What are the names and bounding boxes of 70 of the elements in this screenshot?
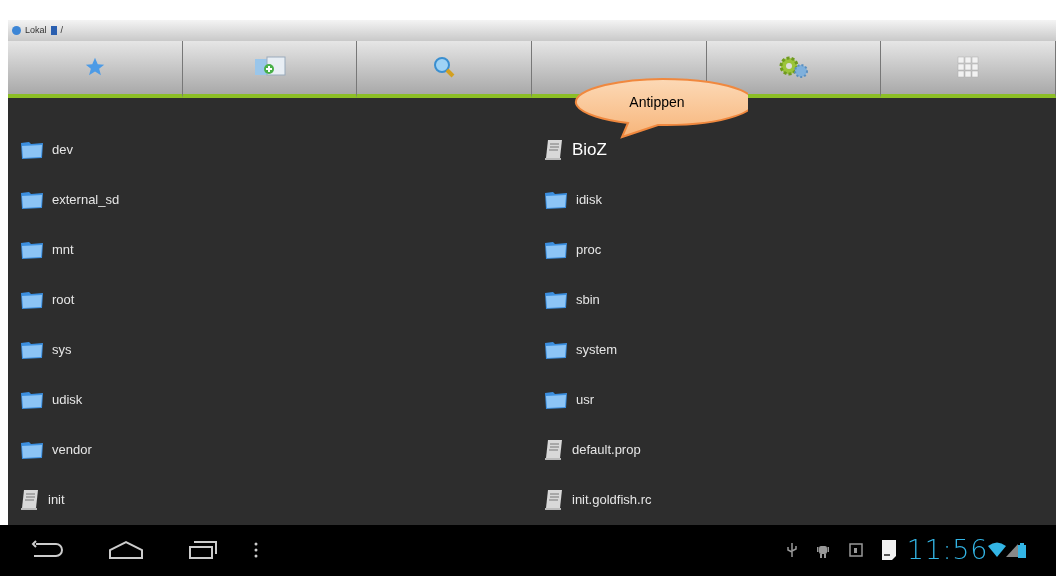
file-row[interactable]: BioZ xyxy=(532,124,1056,175)
file-row[interactable]: vendor xyxy=(8,424,532,475)
recent-apps-icon[interactable] xyxy=(188,540,218,561)
wifi-icon xyxy=(988,542,1006,559)
folder-icon xyxy=(20,339,44,360)
file-name: idisk xyxy=(576,191,602,210)
toolbar-button[interactable] xyxy=(8,41,183,98)
toolbar-button[interactable] xyxy=(357,41,532,98)
folder-icon xyxy=(544,239,568,260)
toolbar-button[interactable] xyxy=(881,41,1056,98)
file-row[interactable]: proc xyxy=(532,224,1056,275)
file-name: proc xyxy=(576,241,602,260)
folder-icon xyxy=(20,389,44,410)
file-name: external_sd xyxy=(52,191,120,210)
folder-icon xyxy=(20,289,44,310)
file-name: dev xyxy=(52,141,73,160)
file-name: mnt xyxy=(52,241,74,260)
file-row[interactable]: mnt xyxy=(8,224,532,275)
document-icon xyxy=(544,138,564,161)
sd-card-icon xyxy=(880,539,897,562)
folder-icon xyxy=(544,389,568,410)
grid-icon xyxy=(956,55,981,80)
file-row[interactable]: root xyxy=(8,274,532,325)
folder-icon xyxy=(20,439,44,460)
file-row[interactable]: idisk xyxy=(532,174,1056,225)
folder-icon xyxy=(20,239,44,260)
file-name: vendor xyxy=(52,441,92,460)
clock-time: 11:56 xyxy=(906,533,988,568)
file-name: init xyxy=(48,491,65,510)
file-row[interactable]: sbin xyxy=(532,274,1056,325)
path-label: / xyxy=(60,23,64,37)
file-name: sbin xyxy=(576,291,600,310)
toolbar-button[interactable] xyxy=(706,41,882,98)
battery-icon xyxy=(1018,542,1026,559)
file-row[interactable]: usr xyxy=(532,374,1056,425)
toolbar-button[interactable] xyxy=(182,41,358,98)
file-row[interactable]: default.prop xyxy=(532,424,1056,475)
file-name: root xyxy=(52,291,75,310)
file-name: BioZ xyxy=(572,139,607,162)
file-name: init.goldfish.rc xyxy=(572,491,652,510)
menu-icon[interactable] xyxy=(254,542,258,559)
folder-icon xyxy=(20,139,44,160)
document-icon xyxy=(544,488,564,511)
calendar-icon xyxy=(848,543,863,558)
file-name: system xyxy=(576,341,618,360)
file-row[interactable]: sys xyxy=(8,324,532,375)
folder-icon xyxy=(544,339,568,360)
file-row[interactable]: init.goldfish.rc xyxy=(532,474,1056,525)
file-row[interactable]: system xyxy=(532,324,1056,375)
file-name: udisk xyxy=(52,391,83,410)
location-label[interactable]: Lokal xyxy=(25,23,47,38)
signal-icon xyxy=(1006,542,1018,559)
usb-icon xyxy=(786,542,797,559)
document-icon xyxy=(544,438,564,461)
drive-icon xyxy=(50,26,57,36)
file-name: sys xyxy=(52,341,72,360)
location-icon xyxy=(12,26,21,36)
home-icon[interactable] xyxy=(108,540,144,561)
search-icon xyxy=(432,55,457,80)
file-row[interactable]: dev xyxy=(8,124,532,175)
file-row[interactable]: udisk xyxy=(8,374,532,425)
folder-icon xyxy=(544,289,568,310)
file-row[interactable]: external_sd xyxy=(8,174,532,225)
callout-text: Antippen xyxy=(628,93,686,112)
document-icon xyxy=(20,488,40,511)
file-row[interactable]: init xyxy=(8,474,532,525)
folder-icon xyxy=(544,189,568,210)
folder-icon xyxy=(20,189,44,210)
file-name: usr xyxy=(576,391,595,410)
file-name: default.prop xyxy=(572,441,641,460)
